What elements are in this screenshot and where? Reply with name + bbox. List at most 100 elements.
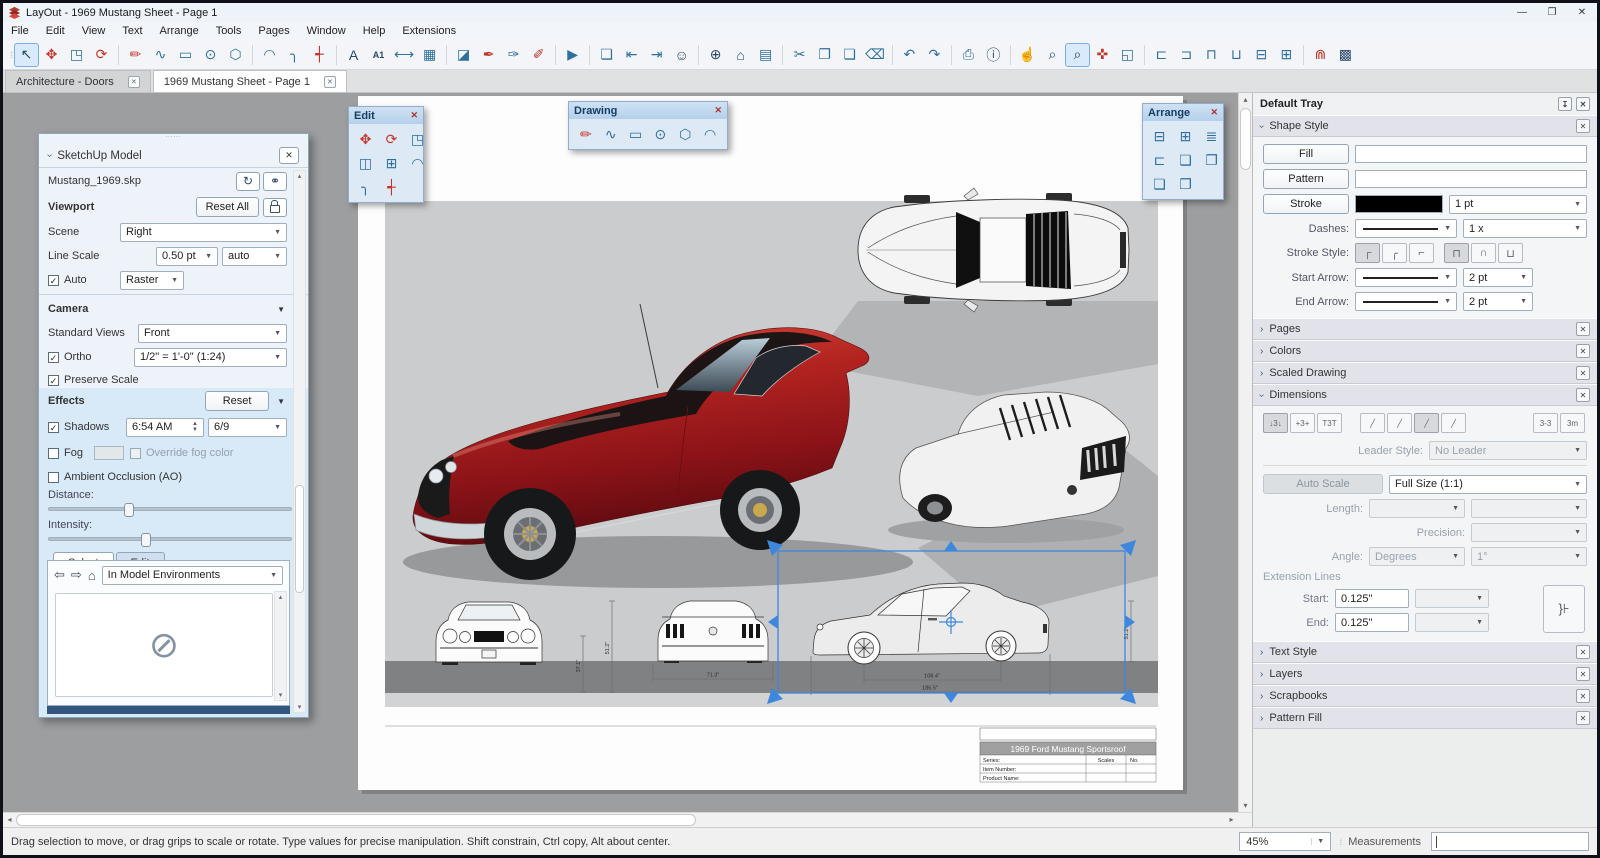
grid-icon[interactable]: ▩ bbox=[1333, 43, 1358, 67]
scroll-up-icon[interactable]: ▴ bbox=[1239, 93, 1252, 106]
start-arrow-select[interactable]: ▼ bbox=[1355, 268, 1457, 287]
align-top-icon[interactable]: ⊓ bbox=[1199, 43, 1224, 67]
paste-icon[interactable]: ❏ bbox=[837, 43, 862, 67]
paper-sheet[interactable]: 71.3" 108.4" 186.5" 37.1" 51.2" 51.2" 19… bbox=[358, 96, 1183, 790]
dimension-tool-icon[interactable]: ⟷ bbox=[391, 43, 417, 67]
auto-render-checkbox[interactable]: ✓ bbox=[48, 275, 59, 286]
dim-text-center-icon[interactable]: +3+ bbox=[1290, 413, 1315, 433]
section-close-icon[interactable]: ✕ bbox=[1576, 645, 1590, 659]
cap-butt-icon[interactable]: ⊓ bbox=[1444, 243, 1469, 263]
offset-icon[interactable]: ┽ bbox=[380, 176, 403, 198]
rectangle-icon[interactable]: ▭ bbox=[625, 123, 647, 145]
fog-override-checkbox[interactable] bbox=[130, 448, 141, 459]
move-icon[interactable]: ✥ bbox=[354, 128, 377, 150]
toolbar-grip[interactable]: ⁞⁞ bbox=[10, 50, 11, 60]
scroll-down-icon[interactable]: ▾ bbox=[1239, 799, 1252, 812]
menu-window[interactable]: Window bbox=[307, 25, 346, 37]
close-icon[interactable]: ✕ bbox=[1567, 3, 1597, 22]
section-close-icon[interactable]: ✕ bbox=[1576, 119, 1590, 133]
scroll-down-icon[interactable]: ▾ bbox=[294, 703, 305, 711]
angle-precision-select[interactable]: 1°▼ bbox=[1471, 547, 1587, 566]
menu-pages[interactable]: Pages bbox=[258, 25, 289, 37]
section-shape-style[interactable]: › Shape Style ✕ bbox=[1253, 115, 1597, 137]
cut-icon[interactable]: ✂ bbox=[787, 43, 812, 67]
bring-forward-icon[interactable]: ❏ bbox=[1174, 149, 1197, 171]
menu-tools[interactable]: Tools bbox=[216, 25, 242, 37]
scroll-left-icon[interactable]: ◂ bbox=[3, 813, 16, 827]
select-tool-icon[interactable]: ↖ bbox=[14, 43, 39, 67]
horizontal-scroll-thumb[interactable] bbox=[16, 814, 696, 826]
menu-edit[interactable]: Edit bbox=[46, 25, 65, 37]
delete-icon[interactable]: ⌫ bbox=[862, 43, 888, 67]
section-layers[interactable]: › Layers ✕ bbox=[1253, 663, 1597, 685]
close-icon[interactable]: ✕ bbox=[714, 105, 722, 116]
cap-round-icon[interactable]: ∩ bbox=[1471, 243, 1496, 263]
restore-icon[interactable]: ❐ bbox=[1537, 3, 1567, 22]
refresh-model-icon[interactable]: ↻ bbox=[236, 172, 260, 191]
freehand-tool-icon[interactable]: ∿ bbox=[148, 43, 173, 67]
line-icon[interactable]: ✏ bbox=[575, 123, 597, 145]
edit-arc-icon[interactable]: ◠ bbox=[406, 152, 429, 174]
intensity-slider[interactable] bbox=[48, 537, 292, 541]
polygon-tool-icon[interactable]: ⬡ bbox=[223, 43, 248, 67]
dimension-scale-select[interactable]: Full Size (1:1)▼ bbox=[1389, 475, 1587, 494]
scene-select[interactable]: Right▼ bbox=[120, 223, 287, 242]
label-tool-icon[interactable]: A1 bbox=[366, 43, 391, 67]
dim-angle-horizontal-icon[interactable]: ╱ bbox=[1387, 413, 1412, 433]
title-block[interactable]: 1969 Ford Mustang Sportsroof Series: Sca… bbox=[980, 728, 1156, 782]
stroke-width-select[interactable]: 1 pt▼ bbox=[1449, 195, 1587, 214]
standard-views-select[interactable]: Front▼ bbox=[138, 324, 287, 343]
line-scale-mode-select[interactable]: auto▼ bbox=[222, 247, 287, 266]
style-eyedropper-icon[interactable]: ✒ bbox=[476, 43, 501, 67]
arc-icon[interactable]: ◠ bbox=[699, 123, 721, 145]
tab-close-icon[interactable]: ✕ bbox=[128, 76, 140, 88]
fillet-icon[interactable]: ╮ bbox=[354, 176, 377, 198]
new-document-icon[interactable]: ❏ bbox=[594, 43, 619, 67]
ext-start-units-select[interactable]: ▼ bbox=[1415, 589, 1489, 608]
stroke-button[interactable]: Stroke bbox=[1263, 194, 1349, 214]
vertical-scroll-thumb[interactable] bbox=[1240, 108, 1251, 170]
effects-reset-button[interactable]: Reset bbox=[205, 391, 269, 411]
tray-close-icon[interactable]: ✕ bbox=[1576, 97, 1590, 111]
reset-all-button[interactable]: Reset All bbox=[196, 197, 259, 217]
selected-list-row[interactable] bbox=[47, 706, 290, 714]
align-left-icon[interactable]: ⊏ bbox=[1149, 43, 1174, 67]
fill-swatch[interactable] bbox=[1355, 145, 1587, 163]
cap-square-icon[interactable]: ⊔ bbox=[1498, 243, 1523, 263]
section-close-icon[interactable]: ✕ bbox=[1576, 366, 1590, 380]
relink-model-icon[interactable]: ⚭ bbox=[263, 172, 287, 191]
minimize-icon[interactable]: — bbox=[1507, 3, 1537, 22]
top-view-viewport[interactable] bbox=[858, 188, 1129, 312]
scale-tool-icon[interactable]: ◳ bbox=[64, 43, 89, 67]
environments-select[interactable]: In Model Environments▼ bbox=[102, 566, 283, 585]
pie-tool-icon[interactable]: ┽ bbox=[307, 43, 332, 67]
split-icon[interactable]: ◫ bbox=[354, 152, 377, 174]
extension-gap-button[interactable]: }⊦ bbox=[1543, 585, 1585, 633]
intensity-slider-thumb[interactable] bbox=[141, 533, 151, 547]
arc-tool-icon[interactable]: ◠ bbox=[257, 43, 282, 67]
align-right-icon[interactable]: ⊐ bbox=[1174, 43, 1199, 67]
dashes-select[interactable]: ▼ bbox=[1355, 219, 1457, 238]
pattern-button[interactable]: Pattern bbox=[1263, 169, 1349, 189]
end-arrow-select[interactable]: ▼ bbox=[1355, 292, 1457, 311]
stroke-swatch[interactable] bbox=[1355, 195, 1443, 213]
print-icon[interactable]: ⎙ bbox=[956, 43, 981, 67]
section-close-icon[interactable]: ✕ bbox=[1576, 388, 1590, 402]
front-elevation-viewport[interactable] bbox=[436, 602, 542, 665]
shadow-date-select[interactable]: 6/9▼ bbox=[208, 418, 287, 437]
pattern-eyedropper-icon[interactable]: ✑ bbox=[501, 43, 526, 67]
join-round-icon[interactable]: ╭ bbox=[1382, 243, 1407, 263]
section-scrapbooks[interactable]: › Scrapbooks ✕ bbox=[1253, 685, 1597, 707]
environment-thumbnail[interactable]: ⊘ bbox=[55, 593, 273, 697]
account-icon[interactable]: ☺ bbox=[669, 43, 694, 67]
rectangle-tool-icon[interactable]: ▭ bbox=[173, 43, 198, 67]
rear-elevation-viewport[interactable] bbox=[658, 601, 768, 663]
dim-angle-vertical-icon[interactable]: ╱ bbox=[1441, 413, 1466, 433]
polygon-icon[interactable]: ⬡ bbox=[674, 123, 696, 145]
measurements-input[interactable] bbox=[1431, 832, 1589, 851]
text-tool-icon[interactable]: A bbox=[341, 43, 366, 67]
shadows-checkbox[interactable]: ✓ bbox=[48, 422, 59, 433]
scroll-right-icon[interactable]: ▸ bbox=[1225, 813, 1238, 827]
vertical-scrollbar[interactable]: ▴ ▾ bbox=[1238, 93, 1252, 812]
horizontal-scrollbar[interactable]: ◂ ▸ bbox=[3, 812, 1252, 827]
